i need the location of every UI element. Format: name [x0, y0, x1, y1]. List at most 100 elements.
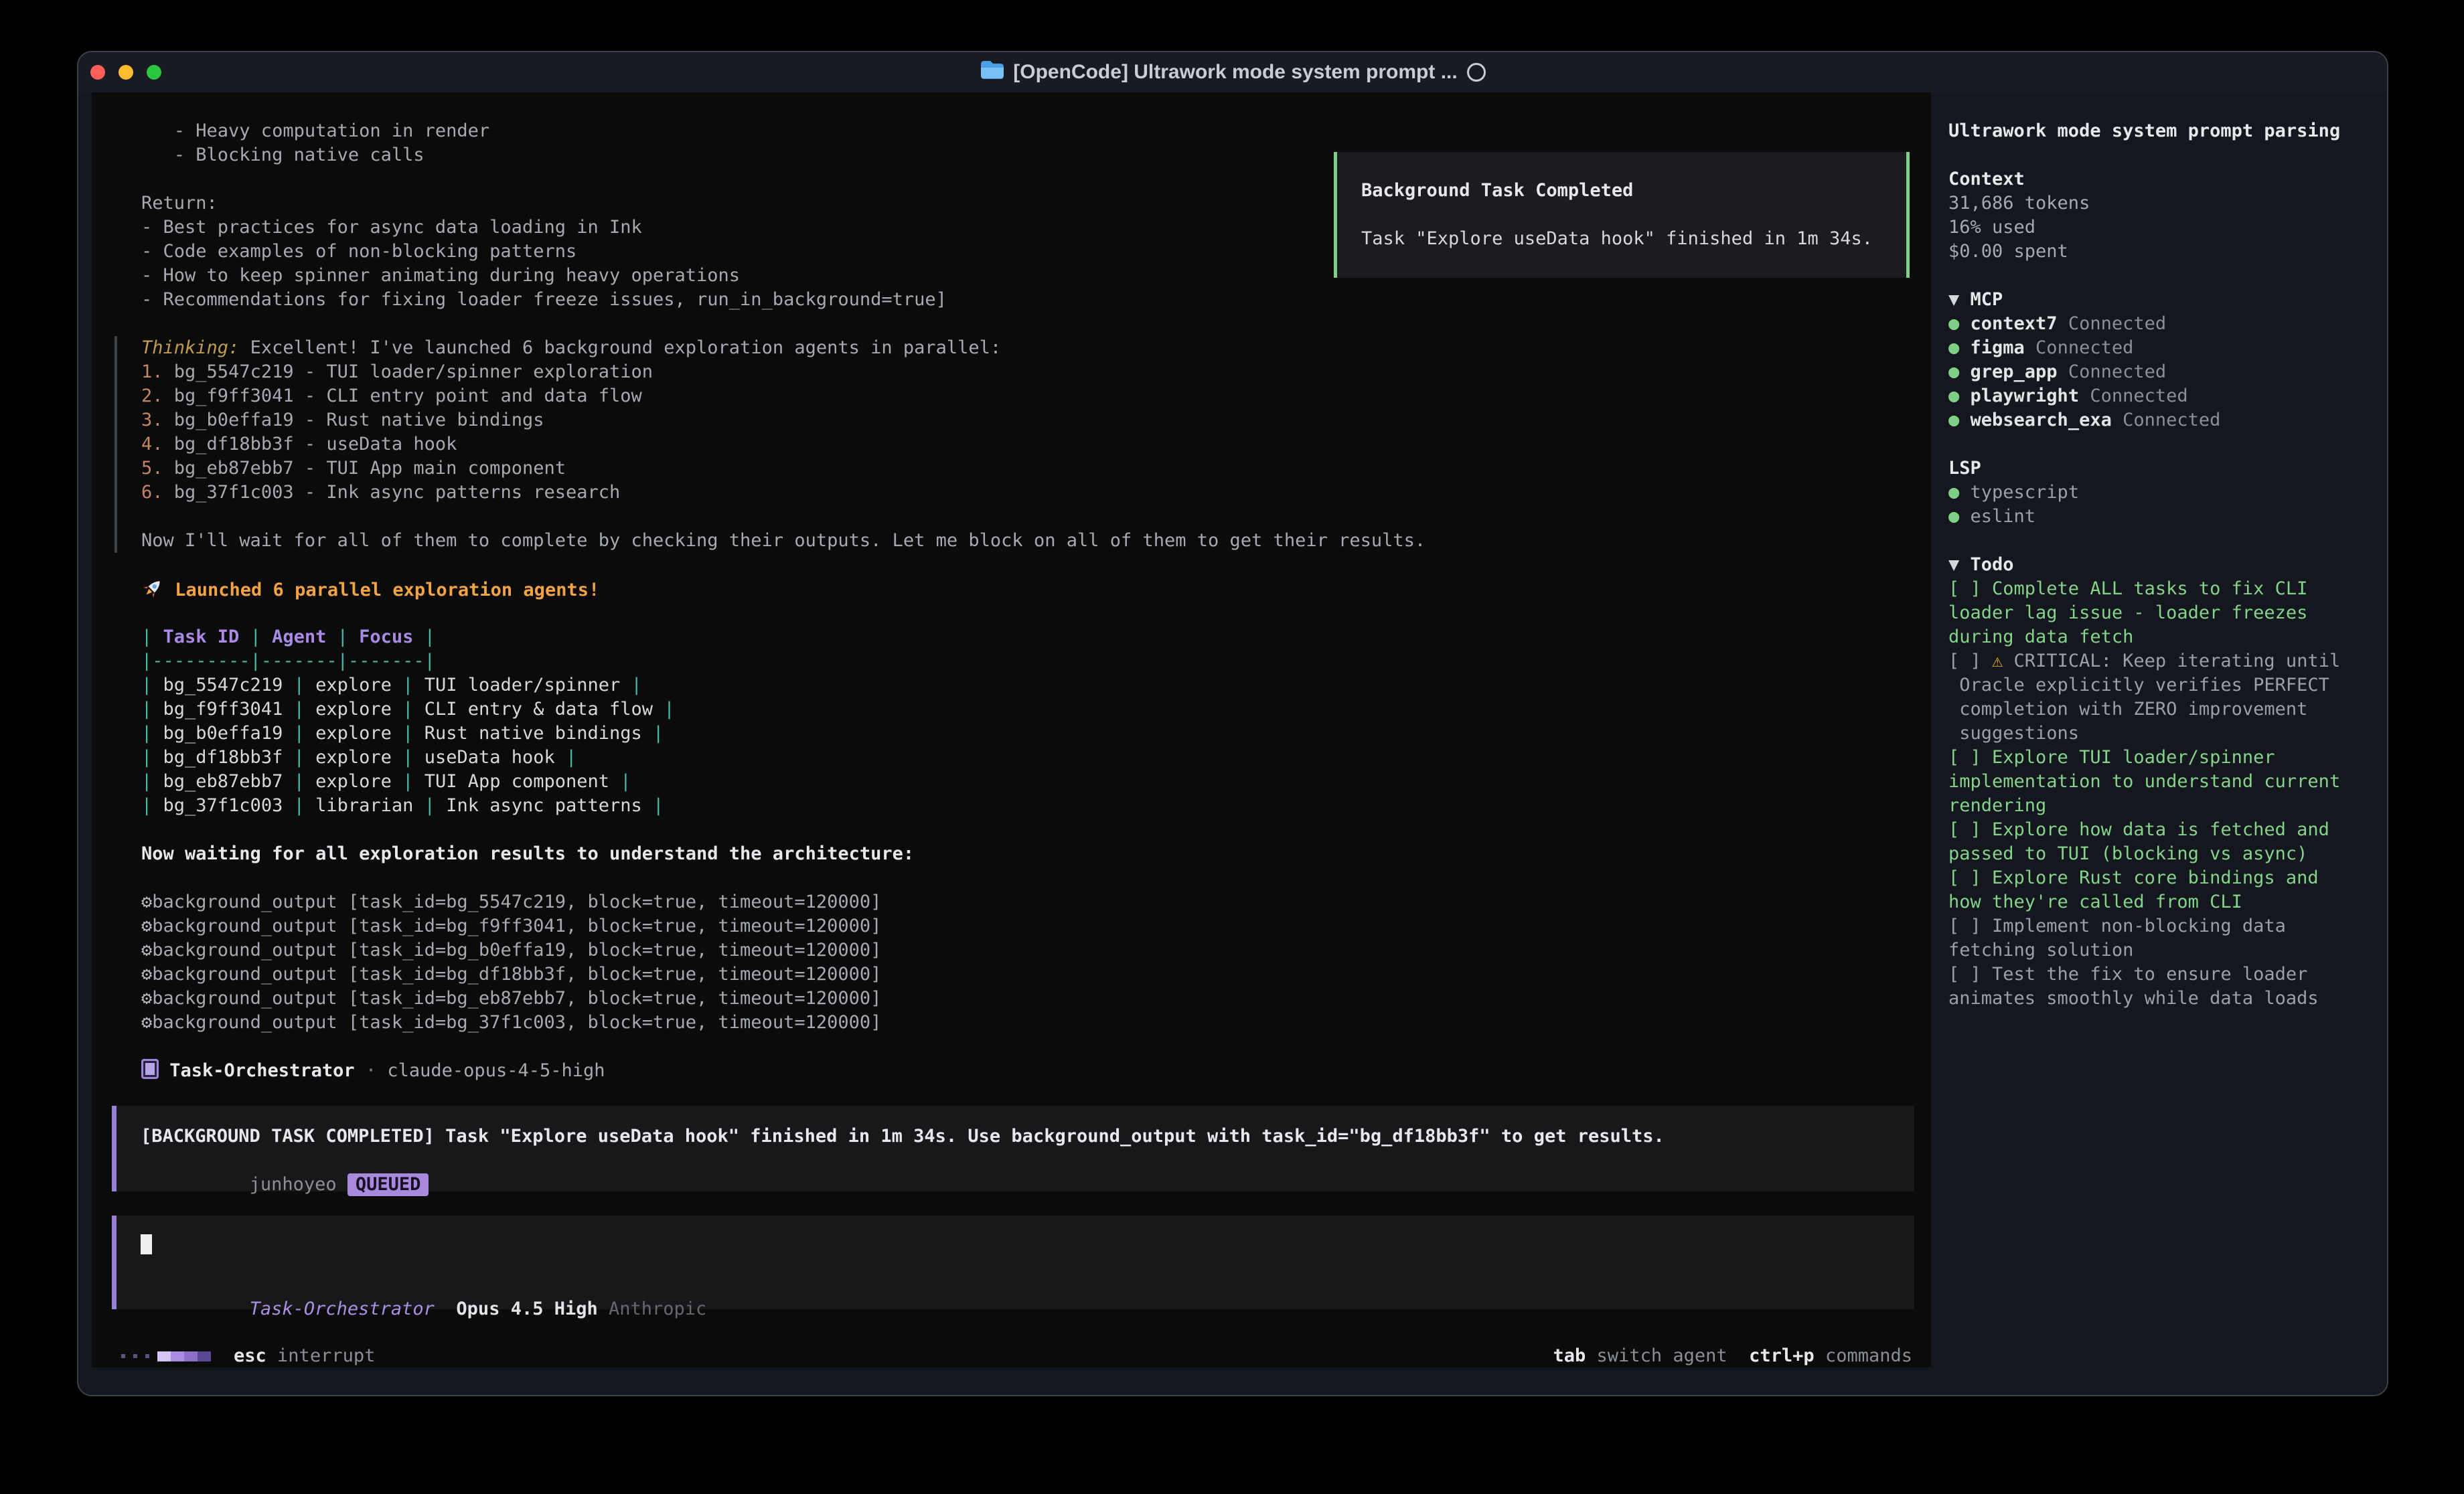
window-title: [OpenCode] Ultrawork mode system prompt …	[1013, 61, 1457, 84]
terminal-line: Now waiting for all exploration results …	[141, 842, 1931, 866]
todo-item: passed to TUI (blocking vs async)	[1948, 842, 2375, 866]
terminal-line	[141, 1035, 1931, 1059]
lsp-item: ● eslint	[1948, 505, 2375, 529]
todo-item: implementation to understand current	[1948, 770, 2375, 794]
todo-item: animates smoothly while data loads	[1948, 987, 2375, 1011]
traffic-lights	[90, 65, 161, 80]
sidebar-line	[1948, 264, 2375, 288]
todo-item: suggestions	[1948, 722, 2375, 746]
agent-attribution-line: Task-Orchestrator · claude-opus-4-5-high	[141, 1059, 1931, 1083]
terminal-main-pane: - Heavy computation in render - Blocking…	[92, 92, 1931, 1367]
queued-message-box: [BACKGROUND TASK COMPLETED] Task "Explor…	[112, 1106, 1914, 1191]
table-row: | bg_37f1c003 | librarian | Ink async pa…	[141, 794, 1931, 818]
terminal-line	[141, 312, 1931, 336]
status-badge: QUEUED	[348, 1173, 429, 1196]
todo-item: [ ] Explore how data is fetched and	[1948, 818, 2375, 842]
todo-item: completion with ZERO improvement	[1948, 697, 2375, 722]
todo-item: loader lag issue - loader freezes	[1948, 601, 2375, 625]
launch-announcement: Launched 6 parallel exploration agents!	[141, 577, 1931, 601]
status-bar: esc interrupt tab switch agent ctrl+p co…	[121, 1344, 1912, 1367]
lsp-section-header: LSP	[1948, 456, 2375, 481]
terminal-line: Thinking: Excellent! I've launched 6 bac…	[114, 336, 1931, 360]
terminal-line: Now I'll wait for all of them to complet…	[114, 529, 1931, 553]
model-label[interactable]: Opus 4.5 High	[456, 1299, 597, 1319]
tool-call-line: ⚙background_output [task_id=bg_eb87ebb7,…	[141, 987, 1931, 1011]
terminal-line: 4. bg_df18bb3f - useData hook	[114, 432, 1931, 456]
app-version-footer: ● OpenCode 1.0.152	[1948, 1342, 2375, 1366]
todo-item: Oracle explicitly verifies PERFECT	[1948, 673, 2375, 697]
tab-switch-agent-hint[interactable]: tab switch agent	[1553, 1344, 1727, 1367]
mcp-item: ● figma Connected	[1948, 336, 2375, 360]
todo-item: [ ] Complete ALL tasks to fix CLI	[1948, 577, 2375, 601]
terminal-line: 1. bg_5547c219 - TUI loader/spinner expl…	[114, 360, 1931, 384]
tool-call-line: ⚙background_output [task_id=bg_df18bb3f,…	[141, 963, 1931, 987]
ctrlp-commands-hint[interactable]: ctrl+p commands	[1749, 1344, 1912, 1367]
active-agent-label[interactable]: Task-Orchestrator	[250, 1299, 435, 1319]
background-task-notification[interactable]: Background Task Completed Task "Explore …	[1334, 152, 1910, 278]
table-row: | bg_f9ff3041 | explore | CLI entry & da…	[141, 697, 1931, 722]
notification-title: Background Task Completed	[1361, 180, 1633, 201]
todo-item: rendering	[1948, 794, 2375, 818]
table-separator-row: |---------|-------|-------|	[141, 649, 1931, 673]
terminal-line: 5. bg_eb87ebb7 - TUI App main component	[114, 456, 1931, 481]
terminal-line	[141, 601, 1931, 625]
context-spent: $0.00 spent	[1948, 240, 2375, 264]
todo-item: [ ] Explore TUI loader/spinner	[1948, 746, 2375, 770]
sidebar-title: Ultrawork mode system prompt parsing	[1948, 119, 2375, 143]
window-title-group: [OpenCode] Ultrawork mode system prompt …	[980, 60, 1485, 85]
terminal-window: [OpenCode] Ultrawork mode system prompt …	[77, 51, 2388, 1396]
mcp-item: ● context7 Connected	[1948, 312, 2375, 336]
queued-message-text: [BACKGROUND TASK COMPLETED] Task "Explor…	[141, 1126, 1665, 1147]
message-author: junhoyeo	[250, 1174, 337, 1195]
tool-call-line: ⚙background_output [task_id=bg_b0effa19,…	[141, 938, 1931, 963]
table-row: | bg_5547c219 | explore | TUI loader/spi…	[141, 673, 1931, 697]
lsp-item: ● typescript	[1948, 481, 2375, 505]
todo-item: [ ] ⚠ CRITICAL: Keep iterating until	[1948, 649, 2375, 673]
todo-item: [ ] Implement non-blocking data	[1948, 914, 2375, 938]
sidebar: Ultrawork mode system prompt parsing Con…	[1931, 92, 2387, 1367]
terminal-line: - Recommendations for fixing loader free…	[141, 288, 1931, 312]
progress-spinner	[121, 1351, 211, 1361]
table-header-row: | Task ID | Agent | Focus |	[141, 625, 1931, 649]
zoom-button[interactable]	[147, 65, 161, 80]
sidebar-line	[1948, 432, 2375, 456]
folder-icon	[980, 60, 1004, 85]
todo-item: [ ] Test the fix to ensure loader	[1948, 963, 2375, 987]
mcp-item: ● playwright Connected	[1948, 384, 2375, 408]
terminal-line: 3. bg_b0effa19 - Rust native bindings	[114, 408, 1931, 432]
terminal-line	[141, 553, 1931, 577]
proxy-icon	[1467, 63, 1486, 82]
tool-call-line: ⚙background_output [task_id=bg_37f1c003,…	[141, 1011, 1931, 1035]
terminal-line	[114, 505, 1931, 529]
terminal-line: - Heavy computation in render	[141, 119, 1931, 143]
provider-label: Anthropic	[609, 1299, 706, 1319]
sidebar-line	[1948, 143, 2375, 167]
tool-call-line: ⚙background_output [task_id=bg_f9ff3041,…	[141, 914, 1931, 938]
agent-box-icon	[141, 1059, 159, 1079]
mcp-section-header[interactable]: ▼ MCP	[1948, 288, 2375, 312]
terminal-line: 2. bg_f9ff3041 - CLI entry point and dat…	[114, 384, 1931, 408]
terminal-line	[141, 818, 1931, 842]
context-used: 16% used	[1948, 216, 2375, 240]
mcp-item: ● websearch_exa Connected	[1948, 408, 2375, 432]
table-row: | bg_eb87ebb7 | explore | TUI App compon…	[141, 770, 1931, 794]
tool-call-line: ⚙background_output [task_id=bg_5547c219,…	[141, 890, 1931, 914]
sidebar-line	[1948, 529, 2375, 553]
mcp-item: ● grep_app Connected	[1948, 360, 2375, 384]
prompt-input[interactable]: Task-Orchestrator Opus 4.5 High Anthropi…	[112, 1216, 1914, 1309]
table-row: | bg_b0effa19 | explore | Rust native bi…	[141, 722, 1931, 746]
text-cursor	[141, 1234, 152, 1254]
todo-item: fetching solution	[1948, 938, 2375, 963]
terminal-line: 6. bg_37f1c003 - Ink async patterns rese…	[114, 481, 1931, 505]
terminal-line	[141, 866, 1931, 890]
todo-section-header[interactable]: ▼ Todo	[1948, 553, 2375, 577]
todo-item: [ ] Explore Rust core bindings and	[1948, 866, 2375, 890]
esc-interrupt-hint[interactable]: esc interrupt	[234, 1344, 375, 1367]
minimize-button[interactable]	[119, 65, 133, 80]
todo-item: how they're called from CLI	[1948, 890, 2375, 914]
table-row: | bg_df18bb3f | explore | useData hook |	[141, 746, 1931, 770]
close-button[interactable]	[90, 65, 105, 80]
titlebar: [OpenCode] Ultrawork mode system prompt …	[78, 52, 2387, 92]
context-tokens: 31,686 tokens	[1948, 191, 2375, 216]
sidebar-sections: Ultrawork mode system prompt parsing Con…	[1948, 119, 2375, 1011]
